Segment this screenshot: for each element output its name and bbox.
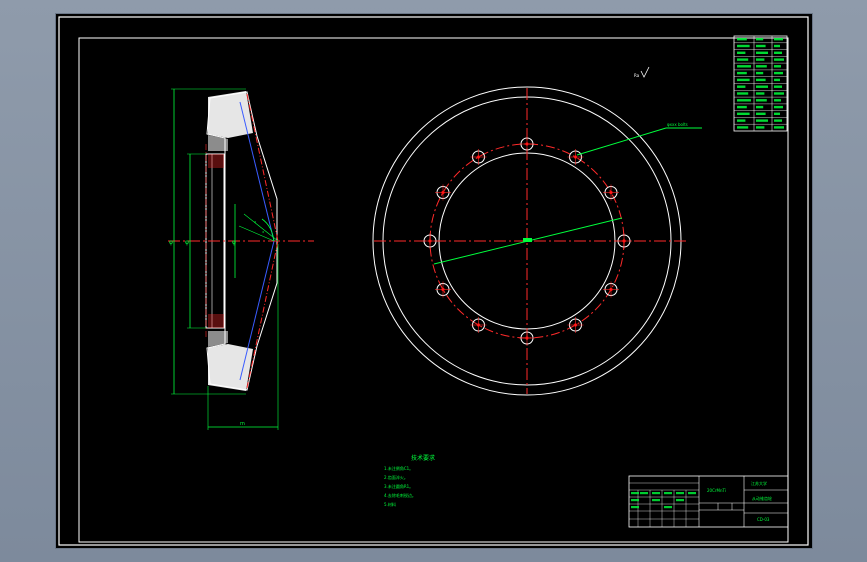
bolt-hole-section-lower [208, 314, 224, 328]
tb-cell-text [688, 492, 696, 495]
param-cell-text [774, 51, 782, 54]
requirement-item: 4.去除毛刺锐边。 [384, 492, 416, 498]
param-cell-text [737, 92, 749, 95]
tb-cell-text [652, 499, 660, 502]
param-cell-text [756, 58, 765, 61]
pitch-cone-lower [246, 240, 279, 389]
inner-border [78, 37, 789, 543]
dim-outer-label: φ [169, 239, 173, 246]
param-cell-text [774, 126, 784, 129]
param-cell-text [756, 85, 768, 88]
param-cell-text [756, 38, 764, 41]
tb-cell-text [652, 492, 660, 495]
requirement-item: 3.未注圆角R1。 [384, 483, 413, 489]
param-cell-text [756, 119, 768, 122]
hidden-cone-upper [239, 101, 275, 242]
section-view: ° ° φ φ φ m [168, 88, 314, 430]
param-cell-text [774, 92, 784, 95]
bolt-hole-section-upper [208, 154, 224, 168]
gear-parameter-table [733, 35, 788, 132]
param-cell-text [737, 58, 749, 61]
param-cell-text [756, 78, 766, 82]
tb-cell-text [631, 506, 639, 509]
param-cell-text [737, 65, 751, 68]
tb-drawing-no: CD-03 [757, 517, 770, 522]
param-cell-text [756, 71, 764, 75]
cad-drawing: φxxx bolts Ra ° ° φ φ φ m 技术要求 1.未注倒角C1。… [58, 16, 809, 546]
param-cell-text [756, 44, 766, 48]
roughness-check-icon [640, 66, 650, 78]
tb-cell-text [676, 499, 684, 502]
front-view: φxxx bolts [372, 86, 702, 396]
tb-cell-text [631, 499, 639, 502]
tb-cell-text [664, 492, 672, 495]
tb-title: 从动锥齿轮 [752, 495, 772, 501]
dim-bore-label: φ [185, 239, 189, 246]
param-cell-text [737, 112, 750, 115]
param-cell-text [756, 92, 765, 95]
requirement-item: 2.齿面淬火。 [384, 474, 408, 480]
param-cell-text [737, 85, 746, 88]
param-cell-text [774, 78, 780, 82]
param-cell-text [737, 99, 751, 102]
param-cell-text [737, 78, 750, 82]
param-cell-text [774, 58, 784, 61]
angle-label-2: ° [262, 231, 265, 237]
bolt-leader-text: φxxx bolts [667, 122, 688, 127]
param-cell-text [774, 119, 782, 122]
roughness-label: Ra [634, 73, 640, 78]
tb-cell-text [640, 492, 648, 495]
drawing-sheet: φxxx bolts Ra ° ° φ φ φ m 技术要求 1.未注倒角C1。… [55, 13, 813, 549]
dim-width-label: m [240, 421, 245, 427]
lower-tooth-section [208, 344, 253, 391]
tb-cell-text [631, 492, 639, 495]
param-cell-text [774, 112, 780, 115]
param-cell-text [756, 126, 765, 129]
param-cell-text [737, 71, 747, 75]
tb-part-name: 20CrMnTi [707, 488, 726, 493]
param-rows [734, 38, 787, 129]
param-cell-text [756, 105, 764, 109]
technical-requirements: 技术要求 1.未注倒角C1。 2.齿面淬火。 3.未注圆角R1。 4.去除毛刺锐… [384, 454, 435, 507]
hidden-cone-lower [239, 240, 275, 381]
param-cell-text [737, 105, 747, 109]
param-cell-text [756, 65, 767, 68]
upper-tooth-section [208, 91, 253, 138]
param-cell-text [737, 126, 749, 129]
roughness-symbol: Ra [634, 66, 650, 78]
param-cell-text [774, 38, 783, 41]
param-cell-text [737, 44, 750, 48]
bore-diameter-tag [523, 238, 532, 242]
param-cell-text [737, 119, 746, 122]
dim-hub-label: φ [232, 239, 236, 246]
title-block-grid [629, 482, 699, 527]
param-cell-text [756, 99, 767, 102]
param-cell-text [774, 85, 782, 88]
param-cell-text [774, 105, 783, 109]
title-block: 20CrMnTi 江苏大学 从动锥齿轮 CD-03 [628, 475, 789, 528]
param-cell-text [774, 65, 781, 68]
param-cell-text [774, 71, 783, 75]
param-cell-text [737, 51, 746, 54]
param-cell-text [737, 38, 747, 41]
requirement-item: 5.材料 [384, 501, 396, 507]
param-cell-text [756, 112, 766, 115]
tb-school: 江苏大学 [751, 480, 767, 486]
requirements-title: 技术要求 [411, 454, 435, 462]
outer-border [58, 16, 809, 546]
param-cell-text [774, 44, 780, 48]
param-cell-text [774, 99, 781, 102]
requirement-item: 1.未注倒角C1。 [384, 465, 413, 471]
tb-cell-text [676, 492, 684, 495]
param-cell-text [756, 51, 768, 54]
tb-cell-text [664, 506, 672, 509]
